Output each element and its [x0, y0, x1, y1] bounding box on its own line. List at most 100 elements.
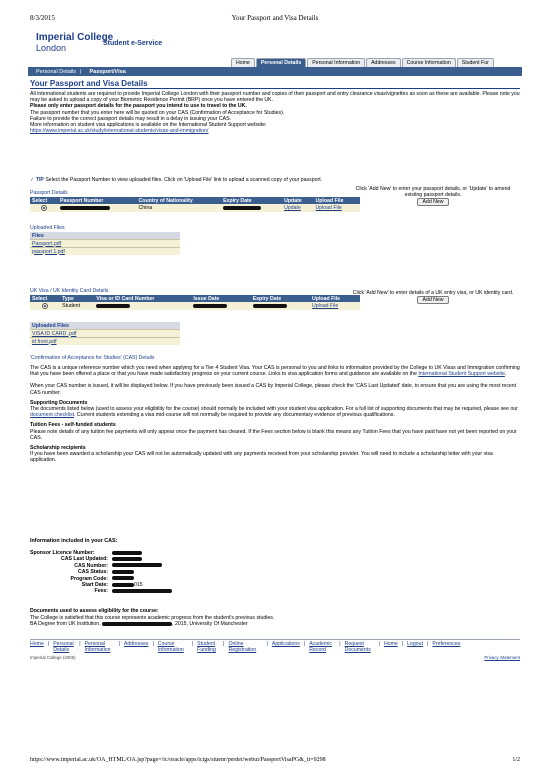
visa-files-header: Uploaded Files — [30, 322, 180, 330]
tip-text: Select the Passport Number to view uploa… — [45, 177, 323, 183]
eligibility-block: Documents used to assess eligibility for… — [30, 608, 520, 628]
passport-select-radio[interactable] — [41, 204, 48, 211]
redacted-cas-status — [112, 569, 134, 574]
fees-text: Please note details of any tuition fee p… — [30, 428, 517, 441]
redacted-cas-number — [112, 563, 162, 568]
isa-link[interactable]: https://www.imperial.ac.uk/study/interna… — [30, 128, 520, 134]
app-title: Student e-Service — [103, 40, 163, 47]
start-date-suffix: 015 — [134, 581, 143, 588]
redacted-degree-detail — [102, 622, 173, 627]
footer-divider — [30, 639, 520, 640]
cas-p2: When your CAS number is issued, it will … — [30, 383, 517, 396]
visa-add-new-button[interactable]: Add New — [417, 296, 449, 305]
subnav-personal-details[interactable]: Personal Details — [28, 69, 80, 75]
passport-table: Select Passport Number Country of Nation… — [30, 197, 360, 212]
list-item: id front.pdf — [30, 337, 180, 345]
file-visa-id-card[interactable]: VISA ID CARD .pdf — [32, 331, 76, 337]
file-passport[interactable]: Passport.pdf — [32, 241, 61, 247]
passport-update-link[interactable]: Update — [284, 205, 301, 211]
redacted-issue-date — [193, 303, 228, 308]
passport-add-new-button[interactable]: Add New — [417, 198, 449, 207]
col-visa-number: Visa or ID Card Number — [94, 295, 192, 302]
footer-link-preferences[interactable]: Preferences — [432, 641, 460, 647]
cas-info-heading: Information included in your CAS: — [30, 538, 118, 544]
footer-link-request-documents[interactable]: Request Documents — [345, 641, 375, 653]
supporting-text-a: The documents listed below (used to asse… — [30, 406, 518, 413]
cas-info-list: Sponsor Licence Number: CAS Last Updated… — [30, 550, 230, 595]
table-row: China Update Upload File — [30, 204, 360, 212]
sub-navigation: Personal Details | Passport/Visa — [28, 67, 522, 76]
info-row-fees: Fees: — [30, 588, 230, 594]
footer-link-logout[interactable]: Logout — [407, 641, 423, 647]
col-country: Country of Nationality — [136, 197, 222, 204]
visa-upload-link[interactable]: Upload File — [312, 303, 338, 309]
footer-link-academic-record[interactable]: Academic Record — [309, 641, 335, 653]
footer-link-personal-information[interactable]: Personal Information — [85, 641, 115, 653]
passport-upload-link[interactable]: Upload File — [316, 205, 342, 211]
footer-link-personal-details[interactable]: Personal Details — [53, 641, 75, 653]
footer-link-applications[interactable]: Applications — [272, 641, 300, 647]
cas-p1: The CAS is a unique reference number whi… — [30, 365, 520, 378]
col-select: Select — [30, 197, 59, 204]
tip-icon: ✓ — [30, 177, 35, 183]
print-url: https://www.imperial.ac.uk/OA_HTML/OA.js… — [30, 757, 326, 763]
visa-section-title: UK Visa / UK Identity Card Details — [30, 288, 109, 294]
redacted-start-date — [112, 582, 134, 587]
print-header: 8/3/2015 Your Passport and Visa Details — [30, 14, 520, 24]
intro-p1: All international students are required … — [30, 91, 520, 104]
list-item: VISA ID CARD .pdf — [30, 329, 180, 338]
visa-help: Click 'Add New' to enter details of a UK… — [348, 290, 518, 305]
fees-label: Fees: — [94, 588, 108, 595]
footer-link-online-registration[interactable]: Online Registration — [229, 641, 263, 653]
eligibility-line2-suffix: , 2015, University Of Manchester — [172, 621, 248, 628]
passport-help-text: Click 'Add New' to enter your passport d… — [355, 186, 511, 199]
footer-link-home-2[interactable]: Home — [384, 641, 398, 647]
redacted-last-updated — [112, 557, 142, 562]
footer-link-student-funding[interactable]: Student Funding — [197, 641, 219, 653]
passport-help: Click 'Add New' to enter your passport d… — [348, 186, 518, 207]
eligibility-heading: Documents used to assess eligibility for… — [30, 608, 159, 614]
supporting-text-b: . Current students extending a visa mid-… — [74, 412, 395, 419]
file-passport-1[interactable]: passport 1.pdf — [32, 249, 65, 255]
tip-label: TIP — [35, 177, 44, 183]
passport-files-table: Files Passport.pdf passport 1.pdf — [30, 232, 180, 255]
visa-table: Select Type Visa or ID Card Number Issue… — [30, 295, 360, 310]
redacted-fees — [112, 588, 172, 593]
table-row: Student Upload File — [30, 302, 360, 310]
col-expiry-date: Expiry Date — [250, 295, 311, 302]
passport-section-title: Passport Details — [30, 190, 68, 196]
col-update: Update — [282, 197, 314, 204]
scholarship-text: If you have been awarded a scholarship y… — [30, 451, 493, 464]
footer-link-home[interactable]: Home — [30, 641, 44, 647]
supporting-text: The documents listed below (used to asse… — [30, 406, 520, 418]
footer-link-addresses[interactable]: Addresses — [124, 641, 149, 647]
isa-website-link[interactable]: International Student Support website — [418, 371, 505, 377]
col-issue-date: Issue Date — [191, 295, 251, 302]
redacted-visa-expiry — [252, 303, 287, 308]
print-footer: https://www.imperial.ac.uk/OA_HTML/OA.js… — [30, 757, 520, 763]
footer-navigation: Home | Personal Details | Personal Informa… — [30, 641, 461, 653]
subnav-passport-visa[interactable]: Passport/Visa — [81, 69, 129, 75]
eligibility-line2-prefix: BA Degree from UK Institution, — [30, 621, 101, 628]
visa-files-table: Uploaded Files VISA ID CARD .pdf id fron… — [30, 322, 180, 345]
redacted-program-code — [112, 576, 134, 581]
visa-select-radio[interactable] — [42, 302, 49, 309]
col-select: Select — [30, 295, 61, 302]
redacted-visa-number — [96, 303, 131, 308]
print-title: Your Passport and Visa Details — [231, 14, 319, 22]
list-item: Passport.pdf — [30, 239, 180, 248]
footer-link-course-information[interactable]: Course Information — [158, 641, 188, 653]
visa-type: Student — [60, 302, 95, 310]
tip-box: ✓ TIP Select the Passport Number to view… — [30, 177, 360, 183]
privacy-statement-link[interactable]: Privacy Statement — [484, 655, 520, 660]
passport-files-title: Uploaded Files — [30, 225, 65, 231]
redacted-passport-number — [60, 205, 111, 210]
imperial-college-logo[interactable]: Imperial College London — [36, 32, 114, 54]
list-item: passport 1.pdf — [30, 247, 180, 255]
document-checklist-link[interactable]: document checklist — [30, 412, 74, 418]
page-title: Your Passport and Visa Details — [30, 79, 148, 88]
passport-country: China — [136, 204, 222, 212]
logo-line-1: Imperial College — [36, 32, 114, 43]
file-id-front[interactable]: id front.pdf — [32, 339, 57, 345]
files-header: Files — [30, 232, 180, 240]
